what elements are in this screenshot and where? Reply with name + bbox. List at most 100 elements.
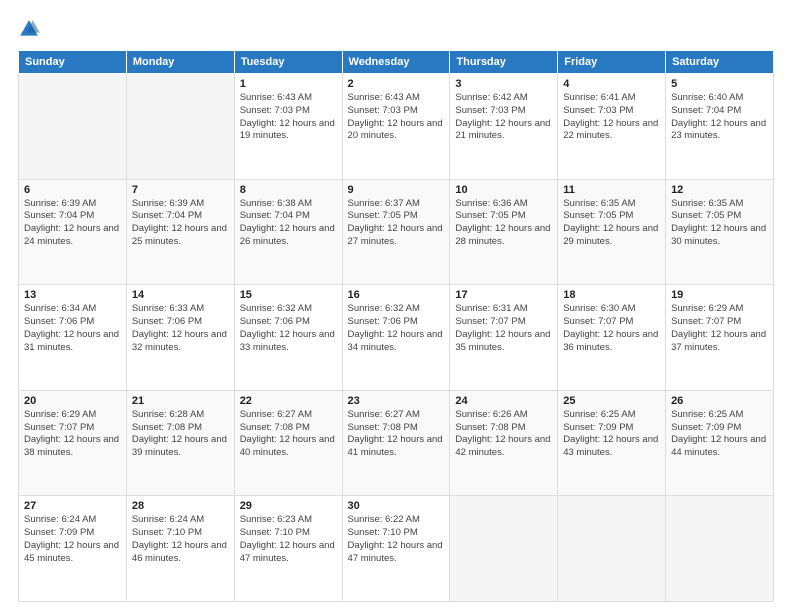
day-number: 29: [240, 500, 337, 512]
day-info: Sunrise: 6:24 AMSunset: 7:09 PMDaylight:…: [24, 514, 121, 565]
day-cell: 8 Sunrise: 6:38 AMSunset: 7:04 PMDaylight…: [234, 179, 342, 285]
day-number: 23: [348, 395, 445, 407]
day-number: 11: [563, 184, 660, 196]
day-cell: 2 Sunrise: 6:43 AMSunset: 7:03 PMDaylight…: [342, 74, 450, 180]
page: SundayMondayTuesdayWednesdayThursdayFrid…: [0, 0, 792, 612]
day-cell: 13 Sunrise: 6:34 AMSunset: 7:06 PMDayligh…: [19, 285, 127, 391]
day-cell: 22 Sunrise: 6:27 AMSunset: 7:08 PMDayligh…: [234, 390, 342, 496]
logo: [18, 18, 44, 40]
day-cell: 12 Sunrise: 6:35 AMSunset: 7:05 PMDayligh…: [666, 179, 774, 285]
weekday-friday: Friday: [558, 51, 666, 74]
day-number: 1: [240, 78, 337, 90]
day-cell: [19, 74, 127, 180]
day-cell: 25 Sunrise: 6:25 AMSunset: 7:09 PMDayligh…: [558, 390, 666, 496]
weekday-thursday: Thursday: [450, 51, 558, 74]
day-number: 6: [24, 184, 121, 196]
day-cell: 24Sunrise: 6:26 AMSunset: 7:08 PMDayligh…: [450, 390, 558, 496]
weekday-saturday: Saturday: [666, 51, 774, 74]
day-info: Sunrise: 6:43 AMSunset: 7:03 PMDaylight:…: [240, 92, 337, 143]
day-info: Sunrise: 6:24 AMSunset: 7:10 PMDaylight:…: [132, 514, 229, 565]
logo-icon: [18, 18, 40, 40]
day-cell: [666, 496, 774, 602]
header: [18, 18, 774, 40]
day-cell: [558, 496, 666, 602]
day-info: Sunrise: 6:39 AMSunset: 7:04 PMDaylight:…: [132, 198, 229, 249]
week-row-3: 13 Sunrise: 6:34 AMSunset: 7:06 PMDayligh…: [19, 285, 774, 391]
weekday-wednesday: Wednesday: [342, 51, 450, 74]
day-number: 8: [240, 184, 337, 196]
day-cell: 14 Sunrise: 6:33 AMSunset: 7:06 PMDayligh…: [126, 285, 234, 391]
day-info: Sunrise: 6:28 AMSunset: 7:08 PMDaylight:…: [132, 409, 229, 460]
day-cell: 19 Sunrise: 6:29 AMSunset: 7:07 PMDayligh…: [666, 285, 774, 391]
day-info: Sunrise: 6:30 AMSunset: 7:07 PMDaylight:…: [563, 303, 660, 354]
day-info: Sunrise: 6:35 AMSunset: 7:05 PMDaylight:…: [563, 198, 660, 249]
day-number: 18: [563, 289, 660, 301]
weekday-tuesday: Tuesday: [234, 51, 342, 74]
day-info: Sunrise: 6:31 AMSunset: 7:07 PMDaylight:…: [455, 303, 552, 354]
day-cell: 1 Sunrise: 6:43 AMSunset: 7:03 PMDaylight…: [234, 74, 342, 180]
day-cell: 7 Sunrise: 6:39 AMSunset: 7:04 PMDaylight…: [126, 179, 234, 285]
day-number: 27: [24, 500, 121, 512]
day-cell: 20 Sunrise: 6:29 AMSunset: 7:07 PMDayligh…: [19, 390, 127, 496]
calendar-table: SundayMondayTuesdayWednesdayThursdayFrid…: [18, 50, 774, 602]
day-cell: [450, 496, 558, 602]
day-info: Sunrise: 6:27 AMSunset: 7:08 PMDaylight:…: [240, 409, 337, 460]
week-row-4: 20 Sunrise: 6:29 AMSunset: 7:07 PMDayligh…: [19, 390, 774, 496]
day-cell: 29Sunrise: 6:23 AMSunset: 7:10 PMDayligh…: [234, 496, 342, 602]
day-number: 7: [132, 184, 229, 196]
day-number: 30: [348, 500, 445, 512]
day-cell: 3 Sunrise: 6:42 AMSunset: 7:03 PMDaylight…: [450, 74, 558, 180]
day-cell: 23 Sunrise: 6:27 AMSunset: 7:08 PMDayligh…: [342, 390, 450, 496]
day-info: Sunrise: 6:32 AMSunset: 7:06 PMDaylight:…: [240, 303, 337, 354]
day-cell: 5Sunrise: 6:40 AMSunset: 7:04 PMDaylight…: [666, 74, 774, 180]
day-number: 10: [455, 184, 552, 196]
day-info: Sunrise: 6:34 AMSunset: 7:06 PMDaylight:…: [24, 303, 121, 354]
week-row-1: 1 Sunrise: 6:43 AMSunset: 7:03 PMDaylight…: [19, 74, 774, 180]
day-number: 9: [348, 184, 445, 196]
weekday-header-row: SundayMondayTuesdayWednesdayThursdayFrid…: [19, 51, 774, 74]
day-info: Sunrise: 6:42 AMSunset: 7:03 PMDaylight:…: [455, 92, 552, 143]
day-number: 14: [132, 289, 229, 301]
day-number: 15: [240, 289, 337, 301]
day-info: Sunrise: 6:25 AMSunset: 7:09 PMDaylight:…: [671, 409, 768, 460]
day-cell: 26 Sunrise: 6:25 AMSunset: 7:09 PMDayligh…: [666, 390, 774, 496]
day-number: 28: [132, 500, 229, 512]
day-number: 5: [671, 78, 768, 90]
day-number: 13: [24, 289, 121, 301]
day-cell: 11 Sunrise: 6:35 AMSunset: 7:05 PMDayligh…: [558, 179, 666, 285]
day-info: Sunrise: 6:22 AMSunset: 7:10 PMDaylight:…: [348, 514, 445, 565]
day-info: Sunrise: 6:35 AMSunset: 7:05 PMDaylight:…: [671, 198, 768, 249]
day-number: 12: [671, 184, 768, 196]
day-cell: 27 Sunrise: 6:24 AMSunset: 7:09 PMDayligh…: [19, 496, 127, 602]
weekday-monday: Monday: [126, 51, 234, 74]
day-cell: 30 Sunrise: 6:22 AMSunset: 7:10 PMDayligh…: [342, 496, 450, 602]
day-cell: [126, 74, 234, 180]
day-info: Sunrise: 6:39 AMSunset: 7:04 PMDaylight:…: [24, 198, 121, 249]
day-cell: 9 Sunrise: 6:37 AMSunset: 7:05 PMDaylight…: [342, 179, 450, 285]
day-cell: 28 Sunrise: 6:24 AMSunset: 7:10 PMDayligh…: [126, 496, 234, 602]
day-number: 20: [24, 395, 121, 407]
day-number: 21: [132, 395, 229, 407]
day-number: 4: [563, 78, 660, 90]
day-info: Sunrise: 6:26 AMSunset: 7:08 PMDaylight:…: [455, 409, 552, 460]
day-info: Sunrise: 6:25 AMSunset: 7:09 PMDaylight:…: [563, 409, 660, 460]
day-cell: 15 Sunrise: 6:32 AMSunset: 7:06 PMDayligh…: [234, 285, 342, 391]
day-info: Sunrise: 6:29 AMSunset: 7:07 PMDaylight:…: [671, 303, 768, 354]
day-info: Sunrise: 6:32 AMSunset: 7:06 PMDaylight:…: [348, 303, 445, 354]
weekday-sunday: Sunday: [19, 51, 127, 74]
day-number: 26: [671, 395, 768, 407]
day-number: 22: [240, 395, 337, 407]
day-info: Sunrise: 6:41 AMSunset: 7:03 PMDaylight:…: [563, 92, 660, 143]
day-info: Sunrise: 6:33 AMSunset: 7:06 PMDaylight:…: [132, 303, 229, 354]
day-info: Sunrise: 6:29 AMSunset: 7:07 PMDaylight:…: [24, 409, 121, 460]
day-info: Sunrise: 6:37 AMSunset: 7:05 PMDaylight:…: [348, 198, 445, 249]
day-number: 2: [348, 78, 445, 90]
day-number: 3: [455, 78, 552, 90]
day-number: 25: [563, 395, 660, 407]
day-number: 19: [671, 289, 768, 301]
day-info: Sunrise: 6:27 AMSunset: 7:08 PMDaylight:…: [348, 409, 445, 460]
day-info: Sunrise: 6:38 AMSunset: 7:04 PMDaylight:…: [240, 198, 337, 249]
day-number: 16: [348, 289, 445, 301]
day-info: Sunrise: 6:43 AMSunset: 7:03 PMDaylight:…: [348, 92, 445, 143]
day-info: Sunrise: 6:36 AMSunset: 7:05 PMDaylight:…: [455, 198, 552, 249]
